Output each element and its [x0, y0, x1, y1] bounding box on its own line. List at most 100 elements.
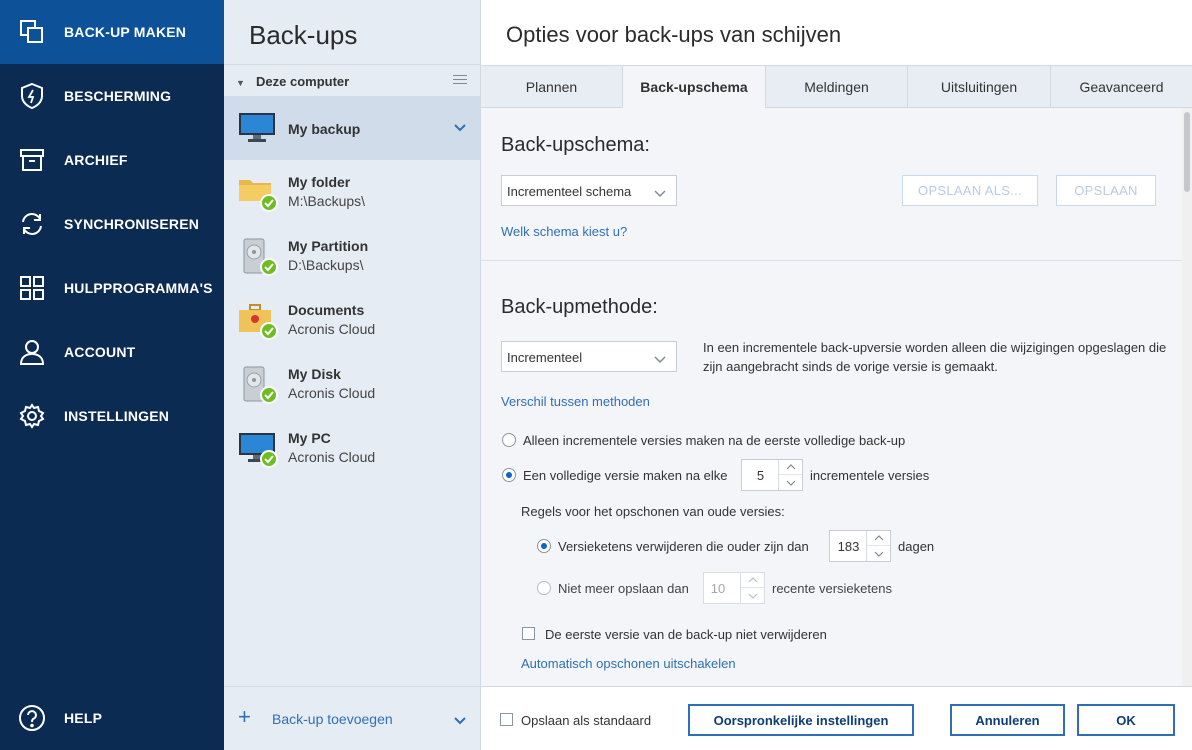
- add-backup-label: Back-up toevoegen: [272, 711, 393, 727]
- keep-max-stepper[interactable]: 10: [703, 572, 765, 604]
- nav-item-backup[interactable]: BACK-UP MAKEN: [0, 0, 224, 64]
- disable-cleanup-link[interactable]: Automatisch opschonen uitschakelen: [521, 656, 736, 671]
- folder-icon: [238, 174, 278, 212]
- method-difference-link[interactable]: Verschil tussen methoden: [501, 394, 650, 409]
- radio-full-after[interactable]: [502, 468, 516, 482]
- delete-older-value[interactable]: 183: [830, 531, 867, 561]
- radio-keep-max[interactable]: [537, 581, 551, 595]
- keep-max-suffix: recente versieketens: [772, 581, 892, 596]
- backup-item-my-folder[interactable]: My folder M:\Backups\: [224, 160, 480, 224]
- keep-first-label: De eerste versie van de back-up niet ver…: [545, 627, 827, 642]
- backup-destination: Acronis Cloud: [288, 449, 376, 465]
- delete-older-label: Versieketens verwijderen die ouder zijn …: [558, 539, 809, 554]
- keep-max-label: Niet meer opslaan dan: [558, 581, 689, 596]
- content-scrollbar[interactable]: [1182, 108, 1192, 686]
- radio-incremental-only[interactable]: [502, 433, 516, 447]
- delete-older-stepper[interactable]: 183: [829, 530, 891, 562]
- incremental-only-label: Alleen incrementele versies maken na de …: [523, 433, 906, 448]
- method-section-title: Back-upmethode:: [501, 296, 658, 318]
- tab-backup-scheme[interactable]: Back-upschema: [623, 66, 766, 109]
- cancel-button[interactable]: Annuleren: [950, 704, 1065, 736]
- backup-group-header[interactable]: ▼ Deze computer: [224, 64, 480, 96]
- dialog-footer: Opslaan als standaard Oorspronkelijke in…: [481, 686, 1192, 750]
- method-dropdown[interactable]: Incrementeel: [501, 341, 677, 372]
- tab-notifications[interactable]: Meldingen: [766, 66, 908, 108]
- stepper-up-icon[interactable]: [779, 460, 802, 475]
- which-scheme-link[interactable]: Welk schema kiest u?: [501, 224, 627, 239]
- original-settings-button[interactable]: Oorspronkelijke instellingen: [688, 704, 914, 736]
- grid-icon: [18, 274, 46, 302]
- tab-schedule[interactable]: Plannen: [481, 66, 623, 108]
- monitor-icon: [238, 430, 278, 468]
- backup-item-my-partition[interactable]: My Partition D:\Backups\: [224, 224, 480, 288]
- backup-item-documents[interactable]: Documents Acronis Cloud: [224, 288, 480, 352]
- shield-icon: [18, 82, 46, 110]
- scheme-dropdown[interactable]: Incrementeel schema: [501, 175, 677, 206]
- full-after-suffix: incrementele versies: [810, 468, 930, 483]
- method-description: In een incrementele back-upversie worden…: [703, 340, 1167, 374]
- nav-item-protection[interactable]: BESCHERMING: [0, 64, 224, 128]
- add-backup-button[interactable]: + Back-up toevoegen: [224, 686, 480, 750]
- delete-older-suffix: dagen: [898, 539, 935, 554]
- nav-label: ARCHIEF: [64, 152, 128, 168]
- full-after-label: Een volledige versie maken na elke: [523, 468, 728, 483]
- backup-name: My Disk: [288, 366, 341, 382]
- nav-item-tools[interactable]: HULPPROGRAMMA'S: [0, 256, 224, 320]
- backup-item-my-backup[interactable]: My backup: [224, 96, 480, 160]
- nav-item-account[interactable]: ACCOUNT: [0, 320, 224, 384]
- cleanup-rules-label: Regels voor het opschonen van oude versi…: [521, 504, 785, 519]
- stepper-down-icon[interactable]: [741, 588, 764, 603]
- backup-group-name: Deze computer: [256, 74, 350, 89]
- scheme-section-title: Back-upschema:: [501, 134, 650, 156]
- chevron-down-icon: [654, 352, 666, 367]
- check-badge-icon: [260, 386, 278, 404]
- help-icon: [18, 704, 46, 732]
- chevron-down-icon[interactable]: [454, 120, 466, 135]
- scheme-content: Back-upschema: Incrementeel schema OPSLA…: [481, 108, 1182, 686]
- stepper-up-icon[interactable]: [741, 573, 764, 588]
- backup-destination: Acronis Cloud: [288, 321, 376, 337]
- caret-down-icon[interactable]: ▼: [236, 78, 245, 88]
- backup-item-my-disk[interactable]: My Disk Acronis Cloud: [224, 352, 480, 416]
- backup-item-my-pc[interactable]: My PC Acronis Cloud: [224, 416, 480, 480]
- full-after-value[interactable]: 5: [742, 460, 779, 490]
- hamburger-menu-icon[interactable]: [453, 75, 467, 87]
- nav-label: BACK-UP MAKEN: [64, 24, 187, 40]
- chevron-down-icon[interactable]: [454, 713, 466, 728]
- method-dropdown-value: Incrementeel: [507, 350, 583, 365]
- chevron-down-icon: [654, 186, 666, 201]
- nav-label: SYNCHRONISEREN: [64, 216, 200, 232]
- save-default-checkbox[interactable]: [500, 713, 513, 726]
- full-after-stepper[interactable]: 5: [741, 459, 803, 491]
- stepper-down-icon[interactable]: [867, 546, 890, 561]
- tab-exclusions[interactable]: Uitsluitingen: [908, 66, 1051, 108]
- main-navigation: BACK-UP MAKEN BESCHERMING ARCHIEF SYNCHR…: [0, 0, 224, 750]
- backups-panel: Back-ups ▼ Deze computer My backup My fo…: [224, 0, 481, 750]
- nav-label: HULPPROGRAMMA'S: [64, 280, 213, 296]
- check-badge-icon: [260, 450, 278, 468]
- page-title: Opties voor back-ups van schijven: [506, 22, 842, 47]
- nav-item-help[interactable]: HELP: [0, 686, 224, 750]
- stepper-up-icon[interactable]: [867, 531, 890, 546]
- keep-max-value[interactable]: 10: [704, 573, 732, 603]
- ok-button[interactable]: OK: [1077, 704, 1175, 736]
- check-badge-icon: [260, 194, 278, 212]
- keep-first-checkbox[interactable]: [522, 627, 535, 640]
- stepper-down-icon[interactable]: [779, 475, 802, 490]
- save-as-button[interactable]: OPSLAAN ALS...: [902, 175, 1038, 206]
- nav-item-archive[interactable]: ARCHIEF: [0, 128, 224, 192]
- nav-label: HELP: [64, 710, 103, 726]
- nav-item-settings[interactable]: INSTELLINGEN: [0, 384, 224, 448]
- check-badge-icon: [260, 258, 278, 276]
- tab-advanced[interactable]: Geavanceerd: [1051, 66, 1192, 108]
- hard-drive-icon: [238, 238, 278, 276]
- save-button[interactable]: OPSLAAN: [1056, 175, 1156, 206]
- nav-label: BESCHERMING: [64, 88, 172, 104]
- check-badge-icon: [260, 322, 278, 340]
- nav-item-sync[interactable]: SYNCHRONISEREN: [0, 192, 224, 256]
- scrollbar-thumb[interactable]: [1184, 112, 1190, 192]
- save-default-label: Opslaan als standaard: [521, 713, 652, 728]
- archive-box-icon: [18, 146, 46, 174]
- radio-delete-older[interactable]: [537, 539, 551, 553]
- nav-label: ACCOUNT: [64, 344, 136, 360]
